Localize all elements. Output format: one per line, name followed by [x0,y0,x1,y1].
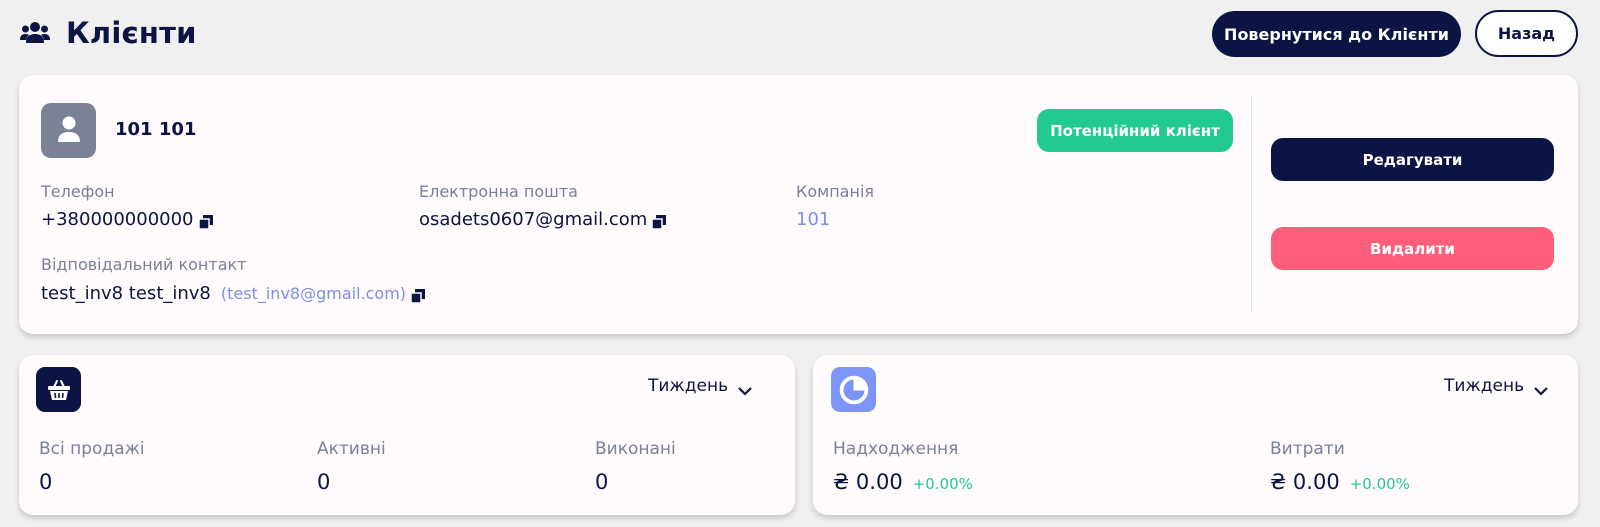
user-icon [57,115,81,147]
done-sales-label: Виконані [595,439,676,459]
responsible-name: test_inv8 test_inv8 [41,283,211,304]
phone-text: +380000000000 [41,209,194,230]
divider [1251,95,1252,313]
copy-icon[interactable] [197,213,213,230]
company-link[interactable]: 101 [796,209,830,230]
basket-icon [36,367,81,412]
income-value: ₴ 0.00 [833,470,903,494]
income-delta: +0.00% [912,475,973,493]
finance-period-value: Тиждень [1444,376,1525,396]
phone-label: Телефон [41,182,115,201]
expense-value: ₴ 0.00 [1270,470,1340,494]
client-card: 101 101 Потенційний клієнт Телефон +3800… [19,75,1578,334]
responsible-email[interactable]: (test_inv8@gmail.com) [221,284,406,303]
all-sales-label: Всі продажі [39,439,145,459]
page-title: Клієнти [66,16,197,50]
sales-period-value: Тиждень [648,376,729,396]
chevron-down-icon [738,381,752,396]
copy-icon[interactable] [410,287,426,304]
income-value-wrap: ₴ 0.00 +0.00% [833,470,973,494]
email-value: osadets0607@gmail.com [419,209,667,230]
all-sales-value: 0 [39,470,53,494]
back-button[interactable]: Назад [1475,10,1578,57]
responsible-value: test_inv8 test_inv8 (test_inv8@gmail.com… [41,283,426,304]
pie-chart-icon [831,367,876,412]
edit-button[interactable]: Редагувати [1271,138,1554,181]
back-to-clients-button[interactable]: Повернутися до Клієнти [1212,11,1461,57]
page-header: Клієнти Повернутися до Клієнти Назад [0,0,1600,70]
title-wrap: Клієнти [20,16,197,50]
status-badge[interactable]: Потенційний клієнт [1037,109,1233,152]
users-icon [20,20,50,46]
avatar [41,103,96,158]
sales-period-select[interactable]: Тиждень [648,376,752,396]
chevron-down-icon [1534,381,1548,396]
active-sales-value: 0 [317,470,331,494]
income-label: Надходження [833,439,959,459]
expense-label: Витрати [1270,439,1345,459]
finance-card: Тиждень Надходження ₴ 0.00 +0.00% Витрат… [813,355,1578,515]
expense-value-wrap: ₴ 0.00 +0.00% [1270,470,1410,494]
finance-period-select[interactable]: Тиждень [1444,376,1548,396]
sales-card: Тиждень Всі продажі 0 Активні 0 Виконані… [19,355,795,515]
expense-delta: +0.00% [1349,475,1410,493]
delete-button[interactable]: Видалити [1271,227,1554,270]
phone-value: +380000000000 [41,209,213,230]
client-name: 101 101 [115,119,197,140]
copy-icon[interactable] [651,213,667,230]
responsible-label: Відповідальний контакт [41,255,247,274]
done-sales-value: 0 [595,470,609,494]
company-label: Компанія [796,182,875,201]
email-text: osadets0607@gmail.com [419,209,648,230]
active-sales-label: Активні [317,439,386,459]
email-label: Електронна пошта [419,182,578,201]
